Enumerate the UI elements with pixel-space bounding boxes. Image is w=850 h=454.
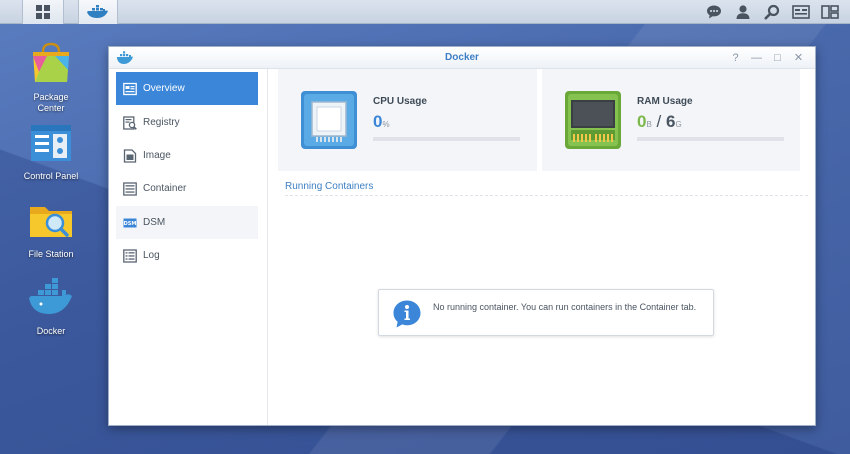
ram-module-icon: [565, 91, 621, 149]
container-icon: [123, 181, 137, 196]
ram-usage-label: RAM Usage: [637, 96, 693, 107]
sidebar-item-dsm[interactable]: DSM DSM: [116, 206, 258, 239]
sidebar-item-label: DSM: [143, 217, 166, 228]
desktop-icon-label: Docker: [36, 326, 66, 336]
search-button[interactable]: [757, 0, 786, 24]
sidebar: Overview Registry Image Container DSM DS…: [109, 69, 268, 425]
ram-usage-card: RAM Usage 0B / 6G: [542, 69, 800, 171]
widgets-icon: [791, 5, 810, 19]
docker-icon: [29, 278, 72, 314]
log-icon: [123, 248, 137, 263]
desktop-icon-control-panel[interactable]: Control Panel: [11, 121, 91, 182]
sidebar-item-label: Image: [143, 150, 171, 161]
main-menu-icon: [36, 5, 50, 19]
sidebar-item-registry[interactable]: Registry: [116, 106, 258, 139]
taskbar-docker-button[interactable]: [78, 0, 118, 24]
file-station-icon: [30, 207, 72, 237]
sidebar-item-overview[interactable]: Overview: [116, 72, 258, 105]
sidebar-item-label: Container: [143, 183, 187, 194]
control-panel-icon: [31, 125, 71, 161]
desktop-icon-label: Package: [33, 92, 69, 102]
empty-state-notice: No running container. You can run contai…: [378, 289, 714, 336]
ram-total-unit: G: [675, 120, 682, 129]
desktop-icon-label: Center: [37, 103, 65, 113]
overview-icon: [123, 82, 137, 95]
window-switch-button[interactable]: [815, 0, 844, 24]
running-containers-title: Running Containers: [285, 181, 374, 192]
cpu-usage-value: 0%: [373, 112, 390, 132]
cpu-usage-card: CPU Usage 0%: [278, 69, 537, 171]
search-icon: [763, 4, 779, 20]
window-icon: [820, 5, 839, 19]
desktop-icon-docker[interactable]: Docker: [11, 276, 91, 337]
sidebar-item-log[interactable]: Log: [116, 239, 258, 272]
desktop-icon-package-center[interactable]: Package Center: [11, 42, 91, 114]
maximize-button[interactable]: □: [767, 50, 788, 66]
cpu-chip-icon: [301, 91, 357, 149]
svg-text:DSM: DSM: [124, 221, 137, 227]
empty-state-message: No running container. You can run contai…: [433, 302, 697, 312]
minimize-button[interactable]: —: [746, 50, 767, 66]
chat-icon: [706, 5, 721, 19]
close-button[interactable]: ✕: [788, 50, 809, 66]
cpu-usage-bar: [373, 137, 520, 141]
window-titlebar[interactable]: Docker ? — □ ✕: [109, 47, 815, 69]
registry-icon: [123, 115, 137, 130]
desktop-icon-label: File Station: [28, 249, 74, 259]
window-title: Docker: [445, 52, 479, 63]
sidebar-item-label: Log: [143, 250, 160, 261]
help-button[interactable]: ?: [725, 50, 746, 66]
chat-button[interactable]: [699, 0, 728, 24]
ram-usage-value: 0B / 6G: [637, 112, 682, 132]
sidebar-item-label: Registry: [143, 117, 180, 128]
widgets-button[interactable]: [786, 0, 815, 24]
image-icon: [123, 148, 137, 163]
ram-usage-bar: [637, 137, 784, 141]
ram-separator: /: [656, 112, 662, 131]
taskbar: [0, 0, 850, 24]
cpu-value-unit: %: [382, 120, 390, 129]
package-center-icon: [33, 42, 69, 82]
sidebar-item-label: Overview: [143, 83, 185, 94]
desktop-icon-label: Control Panel: [23, 171, 79, 181]
docker-window: Docker ? — □ ✕ Overview Registry Image C…: [108, 46, 816, 426]
sidebar-item-container[interactable]: Container: [116, 172, 258, 205]
user-icon: [736, 5, 749, 19]
desktop-icon-file-station[interactable]: File Station: [11, 199, 91, 260]
section-divider: [285, 195, 808, 196]
info-icon: [393, 300, 421, 328]
cpu-usage-label: CPU Usage: [373, 96, 427, 107]
user-button[interactable]: [728, 0, 757, 24]
dsm-icon: DSM: [123, 218, 137, 227]
docker-whale-icon: [87, 5, 108, 18]
main-menu-button[interactable]: [22, 0, 64, 24]
sidebar-item-image[interactable]: Image: [116, 139, 258, 172]
ram-used-unit: B: [646, 120, 652, 129]
